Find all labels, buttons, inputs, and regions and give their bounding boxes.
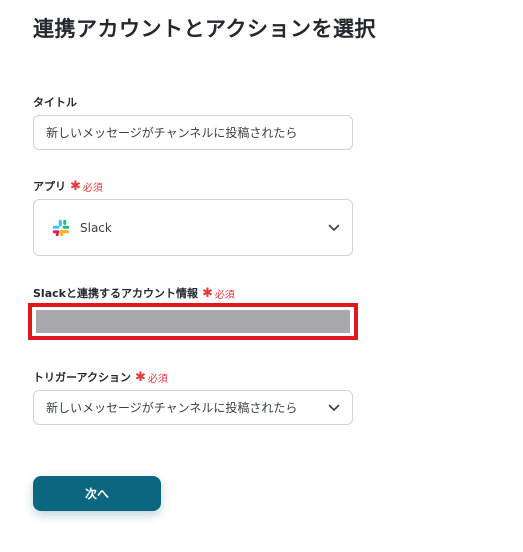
page-title: 連携アカウントとアクションを選択 (33, 17, 376, 41)
slack-logo-icon (52, 219, 70, 236)
app-label-text: アプリ (33, 180, 66, 193)
redacted-account-value (36, 310, 350, 333)
app-select-value: Slack (80, 220, 112, 235)
account-label-text: Slackと連携するアカウント情報 (33, 287, 198, 300)
app-select[interactable]: Slack (33, 199, 353, 256)
title-field-label: タイトル (33, 96, 77, 109)
required-badge: ✱ 必須 (202, 286, 235, 301)
trigger-action-select[interactable]: 新しいメッセージがチャンネルに投稿されたら (33, 390, 353, 425)
trigger-field-label: トリガーアクション ✱ 必須 (33, 369, 168, 385)
required-badge: ✱ 必須 (135, 370, 168, 385)
required-star-icon: ✱ (135, 369, 146, 385)
required-badge: ✱ 必須 (70, 179, 103, 194)
account-select-highlight[interactable] (28, 303, 358, 340)
required-text: 必須 (82, 182, 103, 194)
trigger-select-value: 新しいメッセージがチャンネルに投稿されたら (46, 401, 298, 415)
next-button[interactable]: 次へ (33, 476, 161, 511)
required-text: 必須 (147, 373, 168, 385)
chevron-down-icon (328, 224, 340, 231)
required-star-icon: ✱ (201, 285, 213, 301)
trigger-label-text: トリガーアクション (33, 371, 132, 384)
chevron-down-icon (328, 404, 340, 411)
required-star-icon: ✱ (70, 178, 81, 194)
app-field-label: アプリ ✱ 必須 (33, 178, 103, 194)
title-input[interactable]: 新しいメッセージがチャンネルに投稿されたら (33, 115, 353, 150)
required-text: 必須 (214, 289, 235, 301)
account-field-label: Slackと連携するアカウント情報 ✱ 必須 (33, 285, 235, 301)
